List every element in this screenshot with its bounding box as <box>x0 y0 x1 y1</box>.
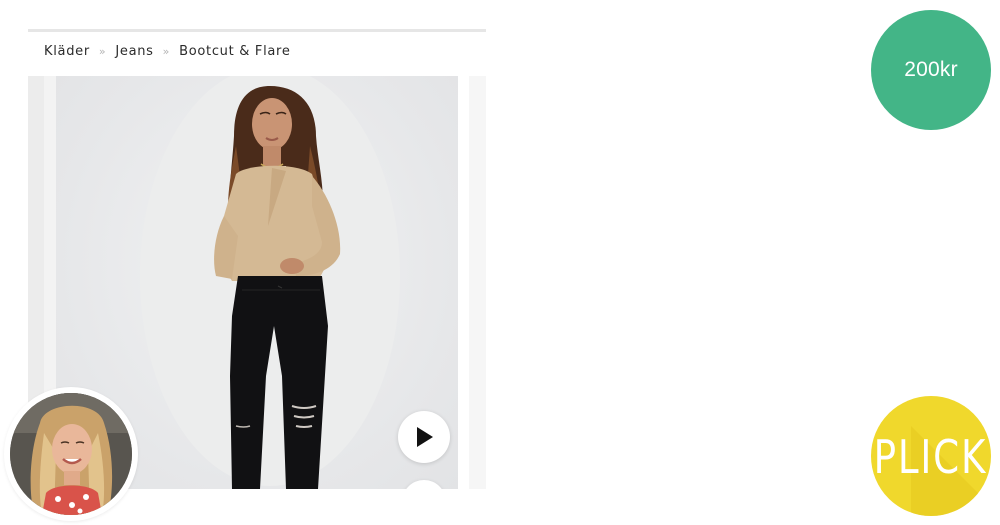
video-frame: Kläder » Jeans » Bootcut & Flare 200kr P… <box>0 0 1000 525</box>
svg-text:PLICK: PLICK <box>874 431 988 485</box>
avatar <box>10 393 132 515</box>
gallery-gap <box>458 76 469 489</box>
plick-logo[interactable]: PLICK <box>871 396 991 516</box>
breadcrumb-item-klader[interactable]: Kläder <box>44 44 90 59</box>
breadcrumb-item-jeans[interactable]: Jeans <box>115 44 153 59</box>
next-image-peek[interactable] <box>469 76 486 489</box>
plick-logo-graphic: PLICK <box>874 426 991 516</box>
price-badge: 200kr <box>871 10 991 130</box>
breadcrumb-separator: » <box>98 44 107 58</box>
play-button[interactable] <box>398 411 450 463</box>
breadcrumb: Kläder » Jeans » Bootcut & Flare <box>44 42 291 60</box>
breadcrumb-separator: » <box>162 44 171 58</box>
presenter-photo <box>10 393 132 515</box>
breadcrumb-item-bootcut-flare[interactable]: Bootcut & Flare <box>179 44 290 59</box>
play-icon <box>417 427 433 447</box>
presenter-avatar <box>4 387 138 521</box>
top-divider <box>28 29 486 32</box>
